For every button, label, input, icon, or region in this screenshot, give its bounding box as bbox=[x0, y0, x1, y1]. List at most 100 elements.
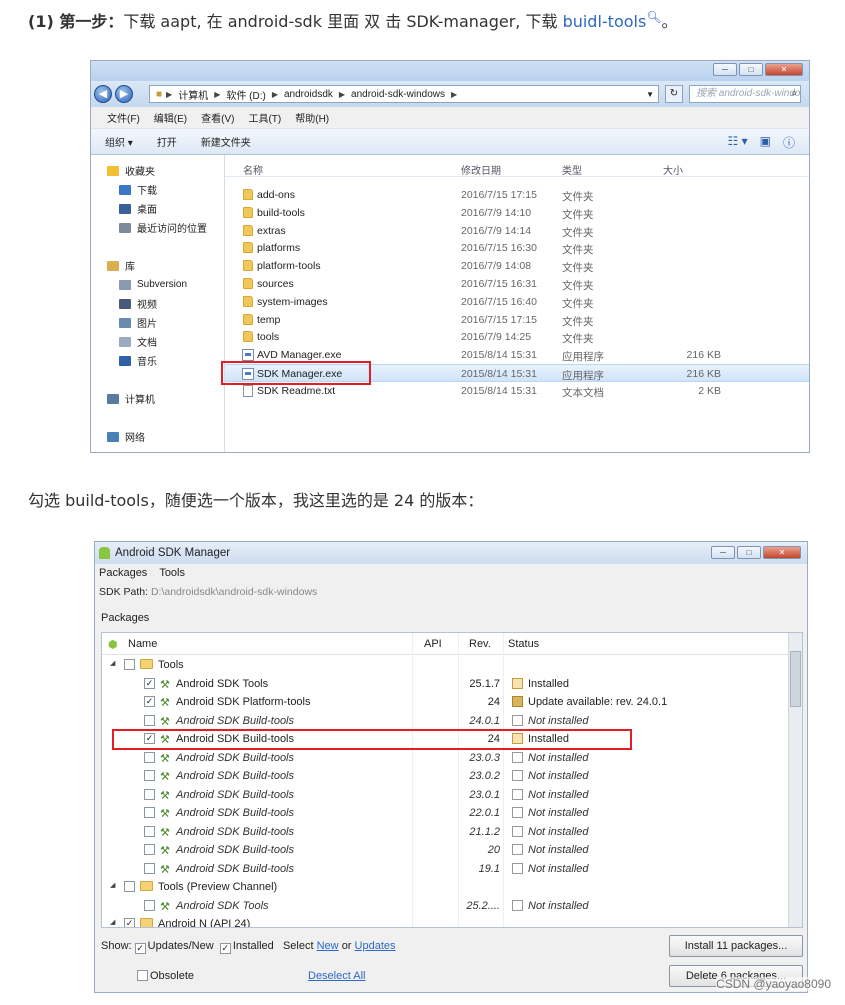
package-checkbox[interactable] bbox=[144, 844, 155, 855]
package-group-row[interactable]: ◢ Tools bbox=[102, 656, 788, 675]
build-tools-link[interactable]: buidl-tools bbox=[563, 12, 647, 31]
nav-item[interactable]: 收藏夹 bbox=[91, 161, 224, 180]
maximize-icon[interactable]: □ bbox=[737, 546, 761, 559]
package-checkbox[interactable] bbox=[144, 825, 155, 837]
column-date[interactable]: 修改日期 bbox=[461, 162, 501, 177]
file-row[interactable]: tools 2016/7/9 14:25 文件夹 bbox=[225, 328, 809, 346]
help-icon[interactable]: ⓘ bbox=[783, 134, 795, 151]
nav-item[interactable]: 文档 bbox=[91, 332, 224, 351]
file-row[interactable]: add-ons 2016/7/15 17:15 文件夹 bbox=[225, 186, 809, 204]
view-icon[interactable]: ☷ ▾ bbox=[728, 134, 748, 151]
close-icon[interactable]: ✕ bbox=[763, 546, 801, 559]
column-type[interactable]: 类型 bbox=[562, 162, 582, 177]
install-packages-button[interactable]: Install 11 packages... bbox=[669, 935, 803, 957]
installed-checkbox[interactable]: ✓ bbox=[219, 943, 231, 954]
open-button[interactable]: 打开 bbox=[157, 134, 177, 149]
package-checkbox[interactable]: ✓ bbox=[144, 696, 155, 707]
package-row[interactable]: ⚒ Android SDK Build-tools 23.0.1 Not instal… bbox=[102, 786, 788, 805]
preview-pane-icon[interactable]: ▣ bbox=[760, 134, 771, 151]
nav-item[interactable]: 最近访问的位置 bbox=[91, 218, 224, 237]
package-row[interactable]: ✓ ⚒ Android SDK Tools 25.1.7 Installed bbox=[102, 675, 788, 694]
file-row[interactable]: platforms 2016/7/15 16:30 文件夹 bbox=[225, 239, 809, 257]
back-icon[interactable]: ◀ bbox=[94, 85, 112, 103]
breadcrumb-2[interactable]: androidsdk bbox=[284, 89, 333, 100]
package-checkbox[interactable] bbox=[124, 659, 135, 670]
chevron-down-icon[interactable]: ▼ bbox=[646, 90, 654, 99]
organize-button[interactable]: 组织 ▾ bbox=[105, 134, 133, 149]
file-row[interactable]: system-images 2016/7/15 16:40 文件夹 bbox=[225, 293, 809, 311]
expand-icon[interactable]: ◢ bbox=[110, 918, 115, 926]
menu-item[interactable]: 帮助(H) bbox=[295, 110, 329, 125]
nav-item[interactable]: 音乐 bbox=[91, 351, 224, 370]
new-folder-button[interactable]: 新建文件夹 bbox=[201, 134, 251, 149]
package-checkbox[interactable]: ✓ bbox=[124, 918, 135, 927]
forward-icon[interactable]: ▶ bbox=[115, 85, 133, 103]
column-size[interactable]: 大小 bbox=[663, 162, 683, 177]
obsolete-checkbox[interactable] bbox=[137, 970, 148, 981]
nav-item[interactable]: 计算机 bbox=[91, 389, 224, 408]
minimize-icon[interactable]: ─ bbox=[711, 546, 735, 559]
select-updates-link[interactable]: Updates bbox=[355, 940, 396, 952]
menu-item[interactable]: 编辑(E) bbox=[154, 110, 187, 125]
nav-item[interactable]: 桌面 bbox=[91, 199, 224, 218]
column-rev[interactable]: Rev. bbox=[469, 638, 491, 650]
file-row[interactable]: build-tools 2016/7/9 14:10 文件夹 bbox=[225, 204, 809, 222]
package-row[interactable]: ⚒ Android SDK Build-tools 19.1 Not installe… bbox=[102, 860, 788, 879]
minimize-icon[interactable]: ─ bbox=[713, 63, 737, 76]
breadcrumb-3[interactable]: android-sdk-windows bbox=[351, 89, 445, 100]
expand-icon[interactable]: ◢ bbox=[110, 881, 115, 889]
search-icon[interactable]: ⌕ bbox=[791, 86, 797, 102]
package-row[interactable]: ⚒ Android SDK Build-tools 23.0.3 Not instal… bbox=[102, 749, 788, 768]
deselect-all-link[interactable]: Deselect All bbox=[308, 970, 365, 982]
package-checkbox[interactable] bbox=[144, 751, 155, 763]
expand-icon[interactable]: ◢ bbox=[110, 659, 115, 667]
column-name[interactable]: 名称 bbox=[243, 162, 263, 177]
breadcrumb-1[interactable]: 软件 (D:) bbox=[226, 87, 265, 102]
file-row[interactable]: temp 2016/7/15 17:15 文件夹 bbox=[225, 311, 809, 329]
nav-item[interactable]: 网络 bbox=[91, 427, 224, 446]
package-checkbox[interactable] bbox=[144, 899, 155, 911]
package-row[interactable]: ✓ ⚒ Android SDK Platform-tools 24 Update ava… bbox=[102, 693, 788, 712]
menu-item[interactable]: 文件(F) bbox=[107, 110, 140, 125]
package-row[interactable]: ⚒ Android SDK Build-tools 23.0.2 Not instal… bbox=[102, 767, 788, 786]
package-checkbox[interactable] bbox=[144, 770, 155, 781]
scrollbar-thumb[interactable] bbox=[790, 651, 801, 707]
menu-item[interactable]: 查看(V) bbox=[201, 110, 234, 125]
refresh-icon[interactable]: ↻ bbox=[665, 85, 683, 103]
breadcrumb-0[interactable]: 计算机 bbox=[178, 87, 208, 102]
package-checkbox[interactable] bbox=[144, 807, 155, 818]
package-checkbox[interactable] bbox=[124, 881, 135, 892]
menu-packages[interactable]: Packages bbox=[99, 564, 147, 582]
maximize-icon[interactable]: □ bbox=[739, 63, 763, 76]
file-row[interactable]: platform-tools 2016/7/9 14:08 文件夹 bbox=[225, 257, 809, 275]
package-group-row[interactable]: ◢ ✓ Android N (API 24) bbox=[102, 915, 788, 927]
package-row[interactable]: ⚒ Android SDK Build-tools 20 Not installed bbox=[102, 841, 788, 860]
column-name[interactable]: Name bbox=[128, 638, 157, 650]
search-input[interactable]: 搜索 android-sdk-windows⌕ bbox=[689, 85, 801, 103]
nav-item[interactable]: 视频 bbox=[91, 294, 224, 313]
address-bar[interactable]: ■ ▶ 计算机 ▶ 软件 (D:) ▶ androidsdk ▶ android… bbox=[149, 85, 659, 103]
package-checkbox[interactable] bbox=[144, 862, 155, 874]
column-api[interactable]: API bbox=[424, 638, 442, 650]
file-row[interactable]: sources 2016/7/15 16:31 文件夹 bbox=[225, 275, 809, 293]
package-row[interactable]: ⚒ Android SDK Build-tools 24.0.1 Not instal… bbox=[102, 712, 788, 731]
package-checkbox[interactable] bbox=[144, 714, 155, 726]
select-new-link[interactable]: New bbox=[317, 940, 339, 952]
menu-tools[interactable]: Tools bbox=[159, 564, 185, 582]
nav-item[interactable]: 库 bbox=[91, 256, 224, 275]
menu-item[interactable]: 工具(T) bbox=[248, 110, 281, 125]
package-row[interactable]: ⚒ Android SDK Build-tools 22.0.1 Not instal… bbox=[102, 804, 788, 823]
package-group-row[interactable]: ◢ Tools (Preview Channel) bbox=[102, 878, 788, 897]
package-checkbox[interactable] bbox=[144, 788, 155, 800]
column-status[interactable]: Status bbox=[508, 638, 539, 650]
close-icon[interactable]: ✕ bbox=[765, 63, 803, 76]
nav-item[interactable]: 图片 bbox=[91, 313, 224, 332]
file-row[interactable]: extras 2016/7/9 14:14 文件夹 bbox=[225, 222, 809, 240]
table-scrollbar[interactable] bbox=[788, 633, 802, 927]
package-row[interactable]: ⚒ Android SDK Tools 25.2.... Not installed bbox=[102, 897, 788, 916]
package-checkbox[interactable]: ✓ bbox=[144, 677, 155, 689]
file-row[interactable]: SDK Readme.txt 2015/8/14 15:31 文本文档 2 KB bbox=[225, 382, 809, 400]
nav-item[interactable]: Subversion bbox=[91, 275, 224, 294]
package-row[interactable]: ⚒ Android SDK Build-tools 21.1.2 Not instal… bbox=[102, 823, 788, 842]
updates-new-checkbox[interactable]: ✓ bbox=[134, 943, 146, 954]
